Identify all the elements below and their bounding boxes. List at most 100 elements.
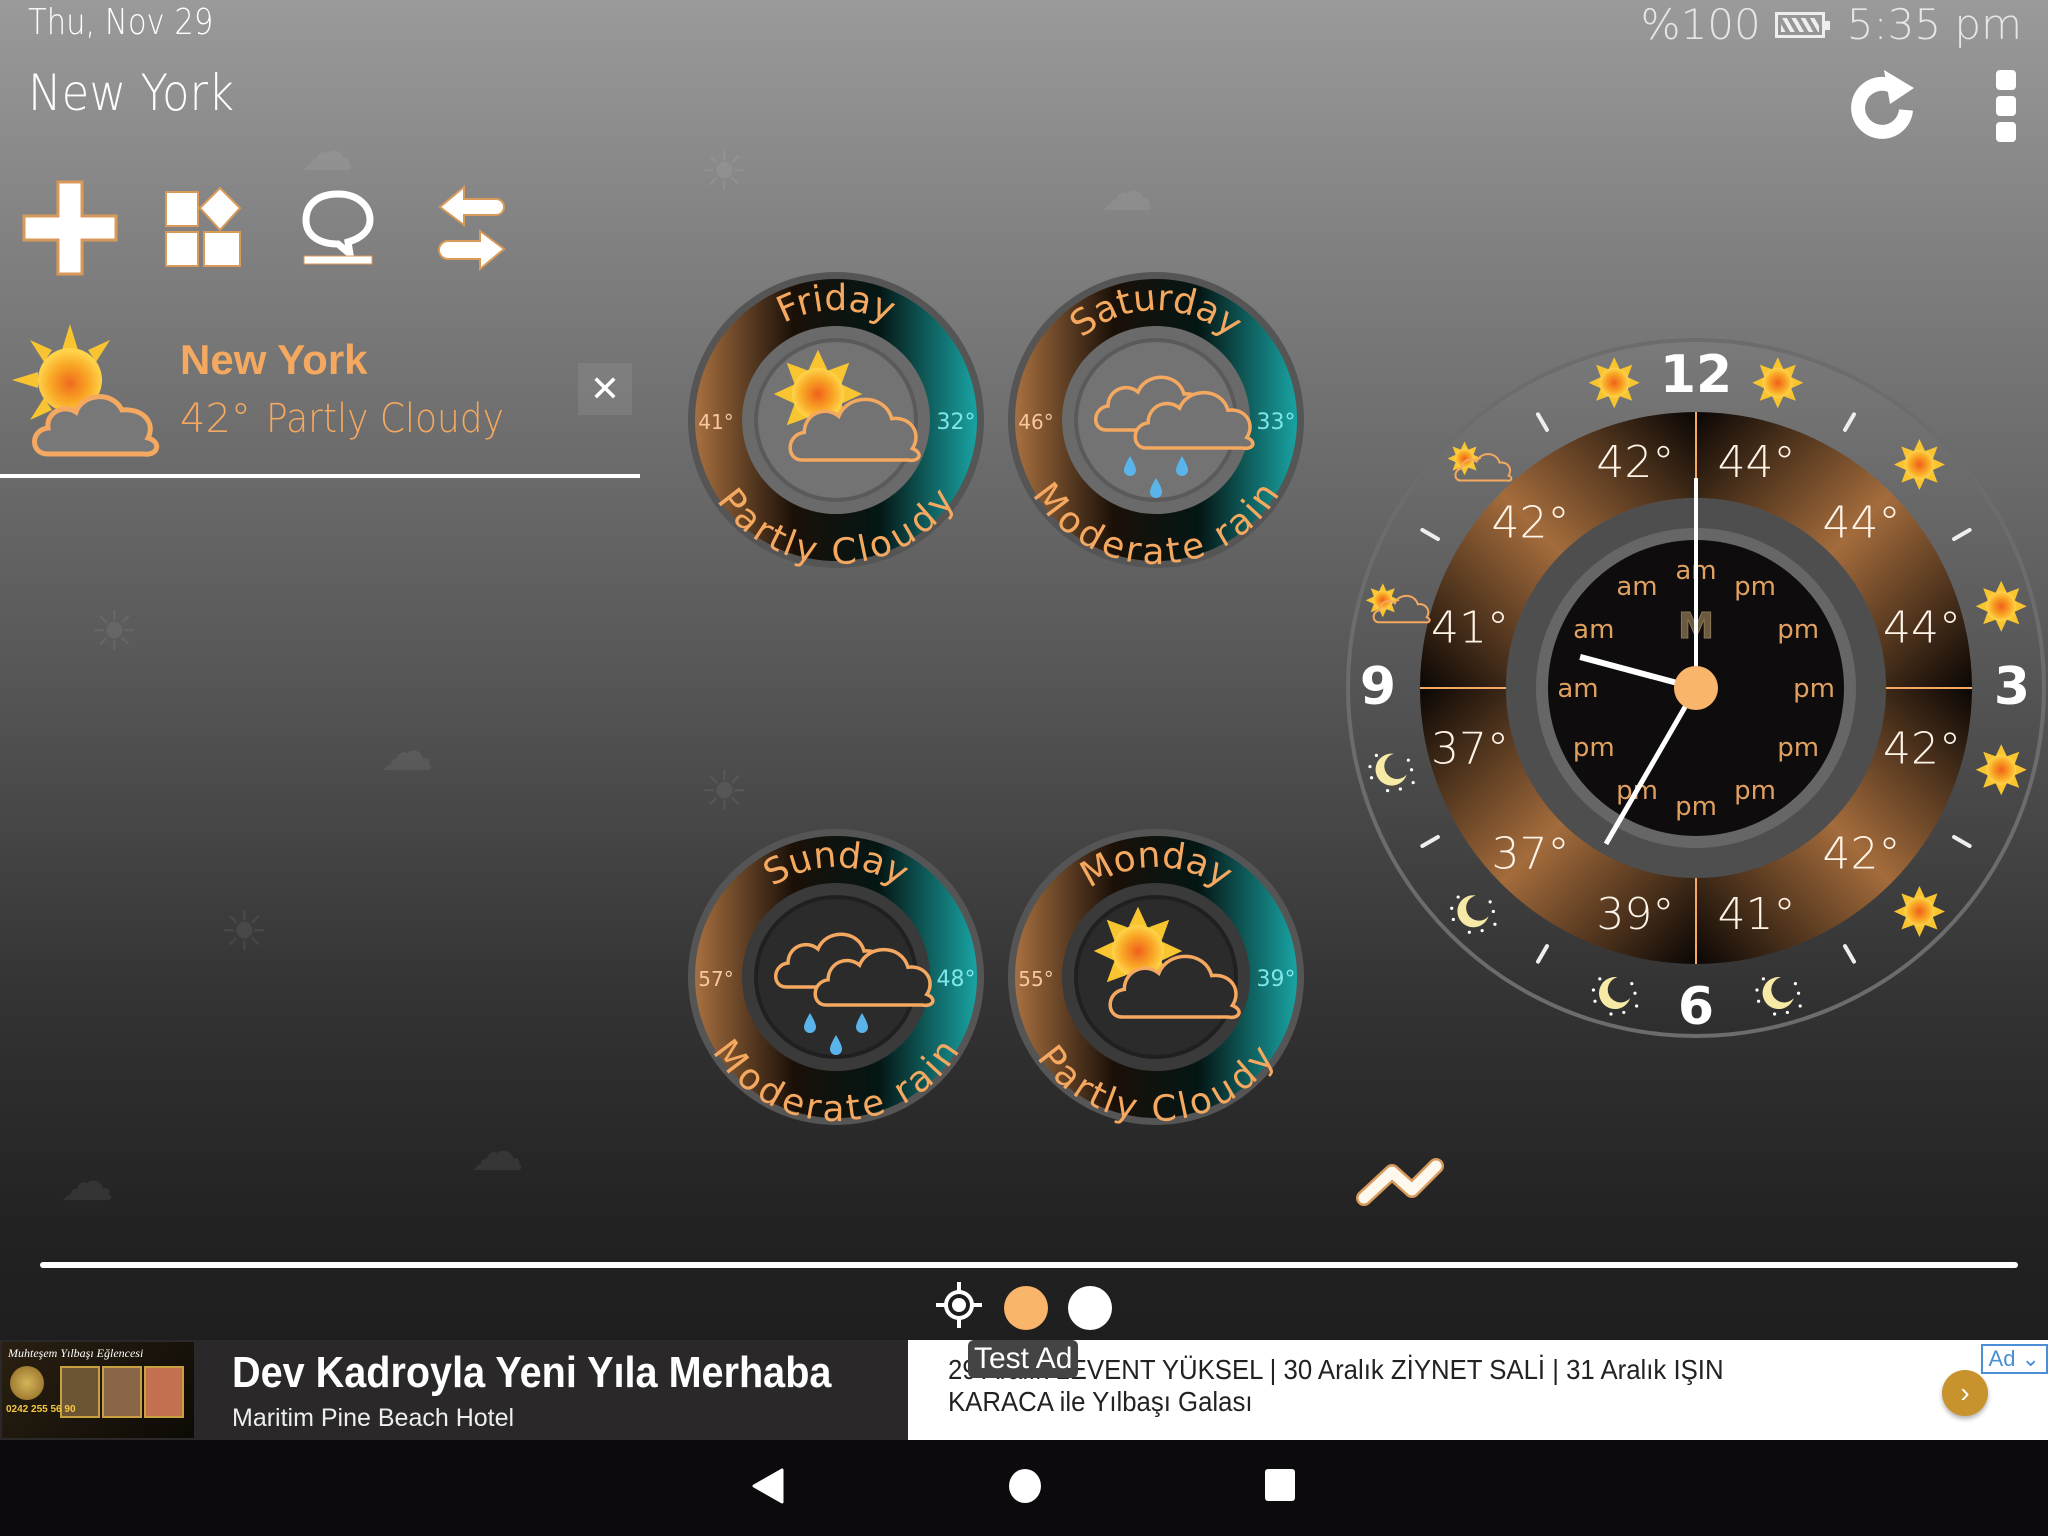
status-bar-right: %100 5:35 pm: [1641, 0, 2022, 49]
sun-icon: [1588, 357, 1640, 409]
am-pm-label: pm: [1777, 615, 1819, 645]
forecast-dial-face: MondayPartly Cloudy55° 39°: [1008, 829, 1304, 1127]
hourly-temperature: 41°: [1431, 602, 1509, 653]
ad-thumbnail[interactable]: Muhteşem Yılbaşı Eğlencesi 0242 255 56 9…: [2, 1342, 194, 1438]
background-pattern-icon: ☁: [380, 722, 434, 782]
background-pattern-icon: ☁: [60, 1152, 114, 1212]
am-pm-label: pm: [1734, 776, 1776, 806]
am-pm-label: pm: [1734, 572, 1776, 602]
forecast-high: 55°: [1018, 967, 1053, 991]
header-actions: [1844, 66, 2018, 146]
ad-headline[interactable]: Dev Kadroyla Yeni Yıla Merhaba: [232, 1348, 831, 1398]
location-name: New York: [180, 336, 368, 383]
chevron-right-icon[interactable]: ›: [1942, 1370, 1988, 1416]
battery-charging-icon: [1774, 11, 1830, 38]
forecast-dial-face: SundayModerate rain57° 48°: [688, 829, 984, 1127]
forecast-dial[interactable]: Saturday Moderate rain 46° 33°: [1006, 270, 1306, 570]
home-icon[interactable]: [1008, 1468, 1042, 1509]
hourly-temperature: 37°: [1492, 828, 1570, 879]
forecast-dial-face: SaturdayModerate rain46° 33°: [1008, 272, 1304, 570]
location-condition: Partly Cloudy: [266, 396, 504, 442]
background-pattern-icon: ☀: [220, 902, 269, 962]
hourly-temperature: 44°: [1883, 602, 1961, 653]
forecast-high: 46°: [1018, 410, 1053, 434]
page-dot[interactable]: [1068, 1285, 1112, 1330]
am-pm-label: pm: [1777, 733, 1819, 763]
hourly-temperature: 37°: [1431, 724, 1509, 775]
card-underline: [0, 474, 640, 478]
hourly-temperature: 44°: [1822, 498, 1900, 549]
ad-thumb-photo: [144, 1366, 184, 1418]
page-divider: [40, 1262, 2018, 1268]
add-icon[interactable]: [20, 178, 120, 278]
ad-choices-badge[interactable]: Ad ⌄: [1980, 1344, 2048, 1374]
overflow-menu-icon[interactable]: [1994, 66, 2018, 146]
system-nav-bar: [0, 1440, 2048, 1536]
hourly-temperature: 44°: [1718, 437, 1796, 488]
ad-advertiser: Maritim Pine Beach Hotel: [232, 1403, 515, 1432]
sun-icon: [1893, 885, 1945, 937]
ad-body-text: 29 Aralık LEVENT YÜKSEL | 30 Aralık ZİYN…: [948, 1354, 1724, 1417]
background-pattern-icon: ☀: [700, 142, 749, 202]
sun-icon: [1447, 441, 1482, 476]
ad-right-panel: 29 Aralık LEVENT YÜKSEL | 30 Aralık ZİYN…: [908, 1340, 2048, 1440]
sun-icon: [1365, 583, 1400, 618]
city-title: New York: [28, 64, 235, 122]
location-card[interactable]: New York 42° Partly Cloudy ✕: [0, 318, 640, 478]
forecast-low: 32°: [937, 410, 976, 435]
ad-thumb-phone: 0242 255 56 90: [6, 1404, 76, 1415]
partly-cloudy-icon: [8, 324, 168, 464]
line-graph-icon[interactable]: [1352, 1150, 1452, 1220]
background-pattern-icon: ☀: [90, 602, 139, 662]
forecast-low: 39°: [1257, 967, 1296, 992]
forecast-low: 33°: [1257, 410, 1296, 435]
location-temperature: 42°: [180, 396, 251, 442]
hourly-temperature: 42°: [1596, 437, 1674, 488]
ad-thumb-photo: [102, 1366, 142, 1418]
am-pm-label: am: [1616, 572, 1657, 602]
hourly-temperature: 42°: [1492, 498, 1570, 549]
battery-percent: %100: [1640, 0, 1761, 49]
forecast-dial[interactable]: Monday Partly Cloudy 55° 39°: [1006, 827, 1306, 1127]
background-pattern-icon: ☁: [1100, 162, 1154, 222]
speech-bubble-icon[interactable]: [288, 178, 388, 278]
hourly-temperature: 39°: [1596, 889, 1674, 940]
am-pm-label: am: [1557, 674, 1598, 704]
clock-center-pin: [1674, 666, 1718, 710]
remove-location-button[interactable]: ✕: [578, 363, 632, 415]
sun-icon: [1975, 580, 2027, 632]
sun-icon: [1893, 439, 1945, 491]
am-pm-label: pm: [1793, 674, 1835, 704]
status-time: 5:35 pm: [1846, 0, 2022, 49]
ad-left-panel: Muhteşem Yılbaşı Eğlencesi 0242 255 56 9…: [0, 1340, 908, 1440]
hourly-temperature: 41°: [1718, 889, 1796, 940]
hourly-clock-widget[interactable]: 12 3 6 9 42° 44° 44° 44° 42° 42° 41° 39° 37° 37° 41° 42…: [1344, 336, 2048, 1040]
back-icon[interactable]: [752, 1468, 784, 1509]
am-pm-label: am: [1573, 615, 1614, 645]
clock-numeral: 9: [1360, 657, 1396, 717]
hourly-temperature: 42°: [1822, 828, 1900, 879]
page-indicator: [934, 1280, 1112, 1335]
gps-icon[interactable]: [934, 1280, 984, 1335]
am-pm-label: pm: [1573, 733, 1615, 763]
forecast-dial-face: FridayPartly Cloudy41° 32°: [688, 272, 984, 570]
background-pattern-icon: ☁: [300, 122, 354, 182]
status-date: Thu, Nov 29: [28, 2, 214, 43]
refresh-icon[interactable]: [1844, 66, 1924, 146]
forecast-low: 48°: [937, 967, 976, 992]
swap-icon[interactable]: [422, 178, 522, 278]
background-pattern-icon: ☁: [470, 1122, 524, 1182]
ad-thumb-title: Muhteşem Yılbaşı Eğlencesi: [8, 1346, 144, 1360]
ad-thumb-badge: [10, 1366, 44, 1400]
widgets-icon[interactable]: [154, 178, 254, 278]
forecast-high: 41°: [698, 410, 733, 434]
forecast-dial[interactable]: Sunday Moderate rain 57° 48°: [686, 827, 986, 1127]
forecast-dial[interactable]: Friday Partly Cloudy 41° 32°: [686, 270, 986, 570]
toolbar: [20, 178, 522, 278]
background-pattern-icon: ☀: [700, 762, 749, 822]
page-dot-active[interactable]: [1004, 1285, 1048, 1330]
forecast-high: 57°: [698, 967, 733, 991]
recents-icon[interactable]: [1264, 1468, 1296, 1507]
hourly-temperature: 42°: [1883, 724, 1961, 775]
clock-numeral: 12: [1660, 345, 1732, 405]
